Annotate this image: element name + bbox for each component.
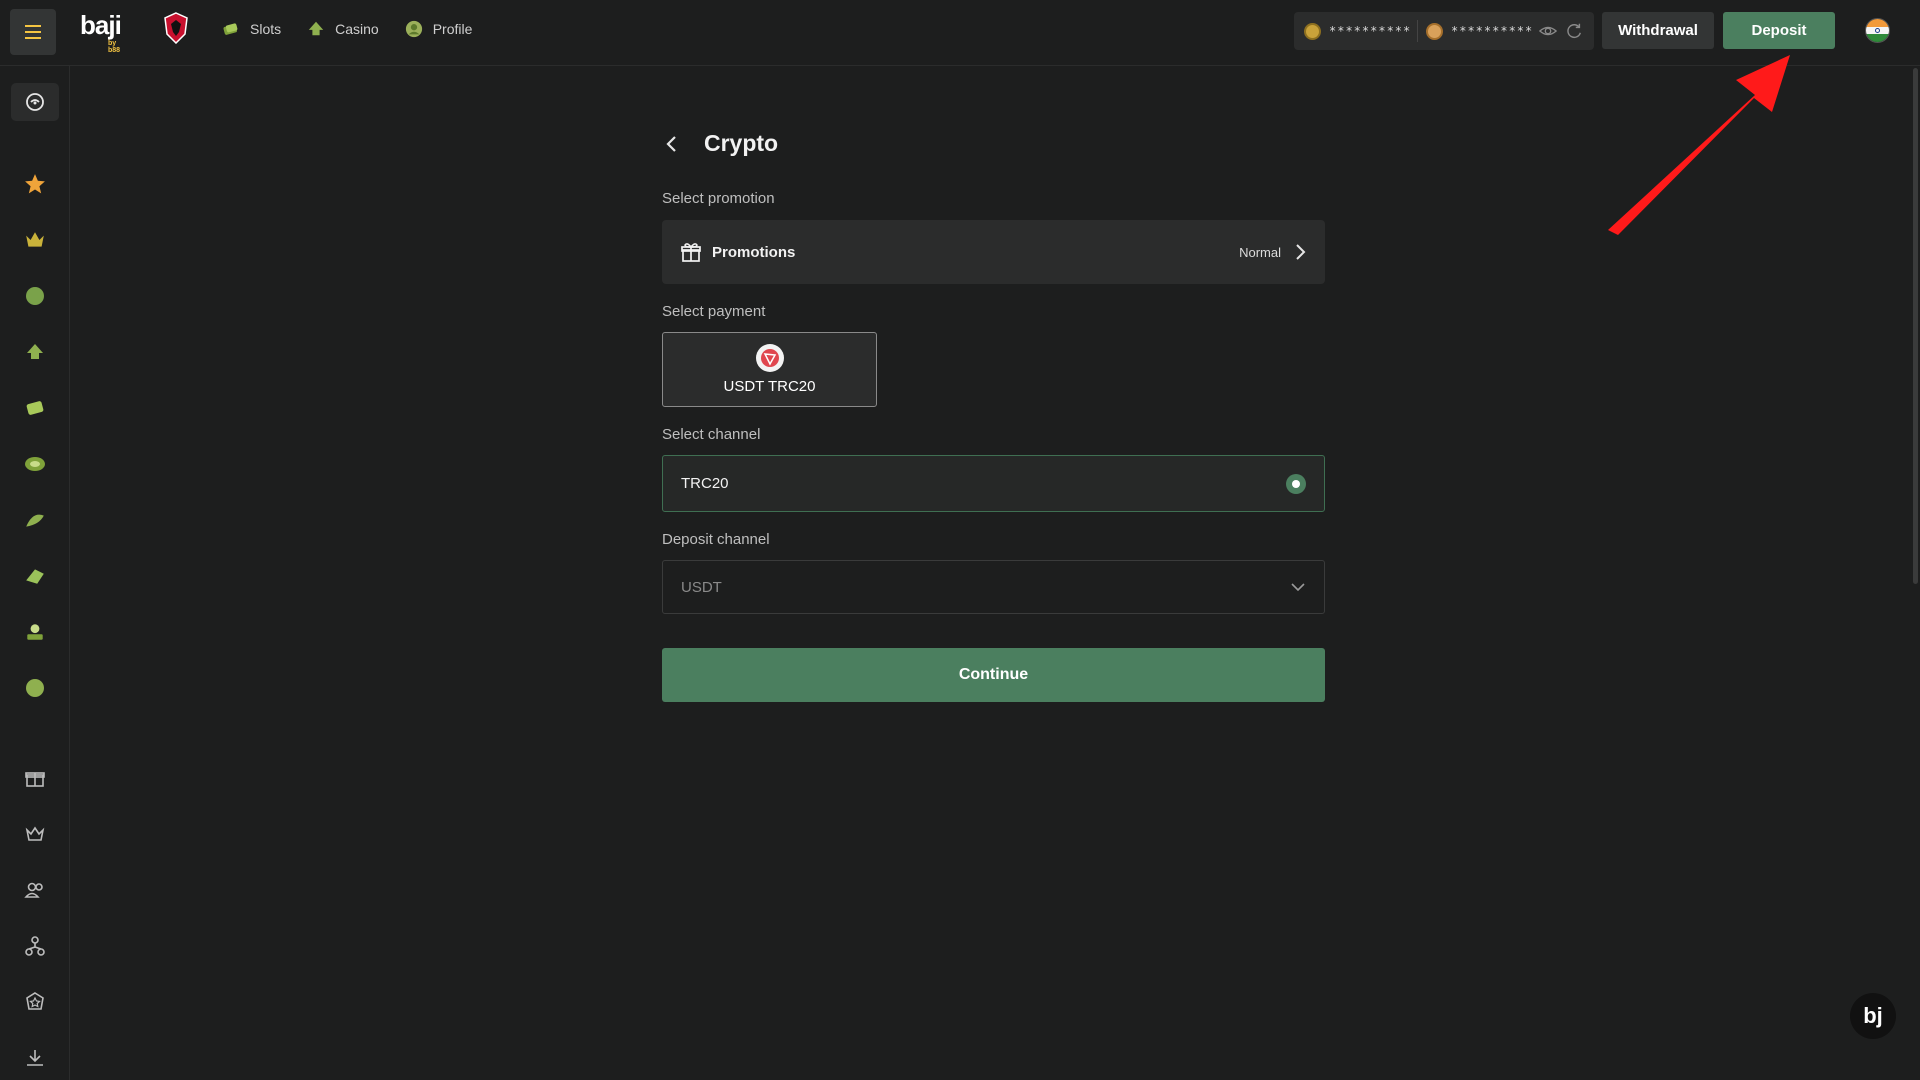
- channel-option-trc20[interactable]: TRC20: [662, 455, 1325, 512]
- nav-profile[interactable]: Profile: [405, 20, 473, 38]
- sidebar-item-referral[interactable]: [23, 878, 47, 902]
- nav-slots[interactable]: Slots: [222, 20, 281, 38]
- hamburger-icon: [25, 23, 41, 41]
- withdrawal-button[interactable]: Withdrawal: [1602, 12, 1714, 49]
- chevron-down-icon: [1291, 583, 1305, 592]
- fish-icon: [26, 514, 44, 527]
- promotion-section-label: Select promotion: [662, 190, 775, 207]
- channel-section-label: Select channel: [662, 426, 761, 443]
- sidebar-item-table[interactable]: [23, 452, 47, 476]
- sidebar-item-arcade[interactable]: [23, 564, 47, 588]
- club-crest-icon[interactable]: [163, 12, 189, 44]
- main-nav: Slots Casino Profile: [222, 20, 472, 38]
- logo-subtext: by b88: [108, 40, 121, 54]
- nav-slots-label: Slots: [250, 21, 282, 37]
- arcade-icon: [26, 569, 44, 584]
- page-title: Crypto: [704, 130, 779, 156]
- payment-option-usdt-trc20[interactable]: USDT TRC20: [662, 332, 877, 407]
- back-arrow-icon[interactable]: [662, 134, 682, 154]
- sidebar-support-button[interactable]: [11, 83, 59, 121]
- sidebar-item-featured[interactable]: [23, 172, 47, 196]
- sidebar-item-download[interactable]: [23, 1046, 47, 1070]
- gift-icon: [25, 772, 45, 787]
- download-icon: [27, 1050, 43, 1066]
- slots-icon: [26, 401, 44, 415]
- profile-icon: [405, 20, 422, 38]
- crown-icon: [26, 232, 44, 247]
- payment-section-label: Select payment: [662, 303, 766, 320]
- promotion-selector[interactable]: Promotions Normal: [662, 220, 1325, 284]
- casino-icon: [308, 21, 324, 36]
- site-logo[interactable]: baji by b88: [80, 10, 122, 54]
- support-icon: [26, 93, 44, 111]
- menu-button[interactable]: [10, 9, 56, 55]
- sidebar-item-slots[interactable]: [23, 396, 47, 420]
- payment-option-label: USDT TRC20: [723, 378, 816, 395]
- sidebar-item-promotions[interactable]: [23, 766, 47, 790]
- annotation-arrow-icon: [1608, 55, 1790, 235]
- scrollbar-thumb[interactable]: [1913, 68, 1918, 584]
- tron-icon: [755, 344, 784, 372]
- sidebar-item-sports[interactable]: [23, 284, 47, 308]
- deposit-channel-value: USDT: [681, 578, 722, 596]
- main-balance: **********: [1329, 24, 1412, 38]
- casino-spade-icon: [27, 344, 43, 359]
- bonus-balance: **********: [1451, 24, 1534, 38]
- badge-icon: [26, 992, 44, 1010]
- sidebar-item-lottery[interactable]: [23, 620, 47, 644]
- table-game-icon: [25, 457, 45, 471]
- balance-box: ********** **********: [1294, 12, 1594, 50]
- sidebar-item-affiliate[interactable]: [23, 934, 47, 958]
- deposit-button[interactable]: Deposit: [1723, 12, 1835, 49]
- float-logo-text: bj: [1863, 1003, 1883, 1028]
- page-header: Crypto: [662, 130, 778, 157]
- bonus-wallet-coin-icon: [1426, 22, 1443, 40]
- page-scrollbar[interactable]: [1912, 66, 1920, 1080]
- main-wallet-coin-icon: [1304, 22, 1321, 40]
- sidebar-item-crash[interactable]: [23, 676, 47, 700]
- refresh-icon[interactable]: [1565, 22, 1583, 40]
- crown-outline-icon: [25, 826, 45, 841]
- sports-ball-icon: [26, 287, 44, 305]
- sidebar-item-fishing[interactable]: [23, 508, 47, 532]
- deposit-channel-label: Deposit channel: [662, 531, 770, 548]
- sidebar-item-vip-club[interactable]: [23, 822, 47, 846]
- sidebar: [0, 66, 70, 1080]
- crash-game-icon: [26, 679, 44, 697]
- channel-option-label: TRC20: [681, 475, 729, 492]
- floating-chat-button[interactable]: bj: [1850, 993, 1896, 1039]
- network-icon: [25, 936, 45, 956]
- promotion-title: Promotions: [712, 243, 796, 261]
- lottery-icon: [27, 624, 43, 640]
- eye-icon[interactable]: [1539, 22, 1557, 40]
- balance-divider: [1417, 20, 1418, 42]
- logo-text: baji: [80, 10, 122, 40]
- nav-casino-label: Casino: [335, 21, 379, 37]
- nav-profile-label: Profile: [432, 21, 473, 37]
- sidebar-item-vip[interactable]: [23, 228, 47, 252]
- promotion-value: Normal: [1239, 244, 1281, 260]
- sidebar-item-casino[interactable]: [23, 340, 47, 364]
- nav-casino[interactable]: Casino: [307, 20, 379, 38]
- chevron-right-icon: [1296, 244, 1306, 260]
- slots-icon: [223, 23, 238, 35]
- gift-icon: [681, 243, 701, 262]
- india-flag-icon[interactable]: [1865, 18, 1890, 43]
- continue-button[interactable]: Continue: [662, 648, 1325, 702]
- deposit-channel-select[interactable]: USDT: [662, 560, 1325, 614]
- radio-selected-icon[interactable]: [1286, 473, 1306, 494]
- star-icon: [25, 174, 45, 194]
- sidebar-item-ambassador[interactable]: [23, 990, 47, 1014]
- users-icon: [24, 882, 43, 898]
